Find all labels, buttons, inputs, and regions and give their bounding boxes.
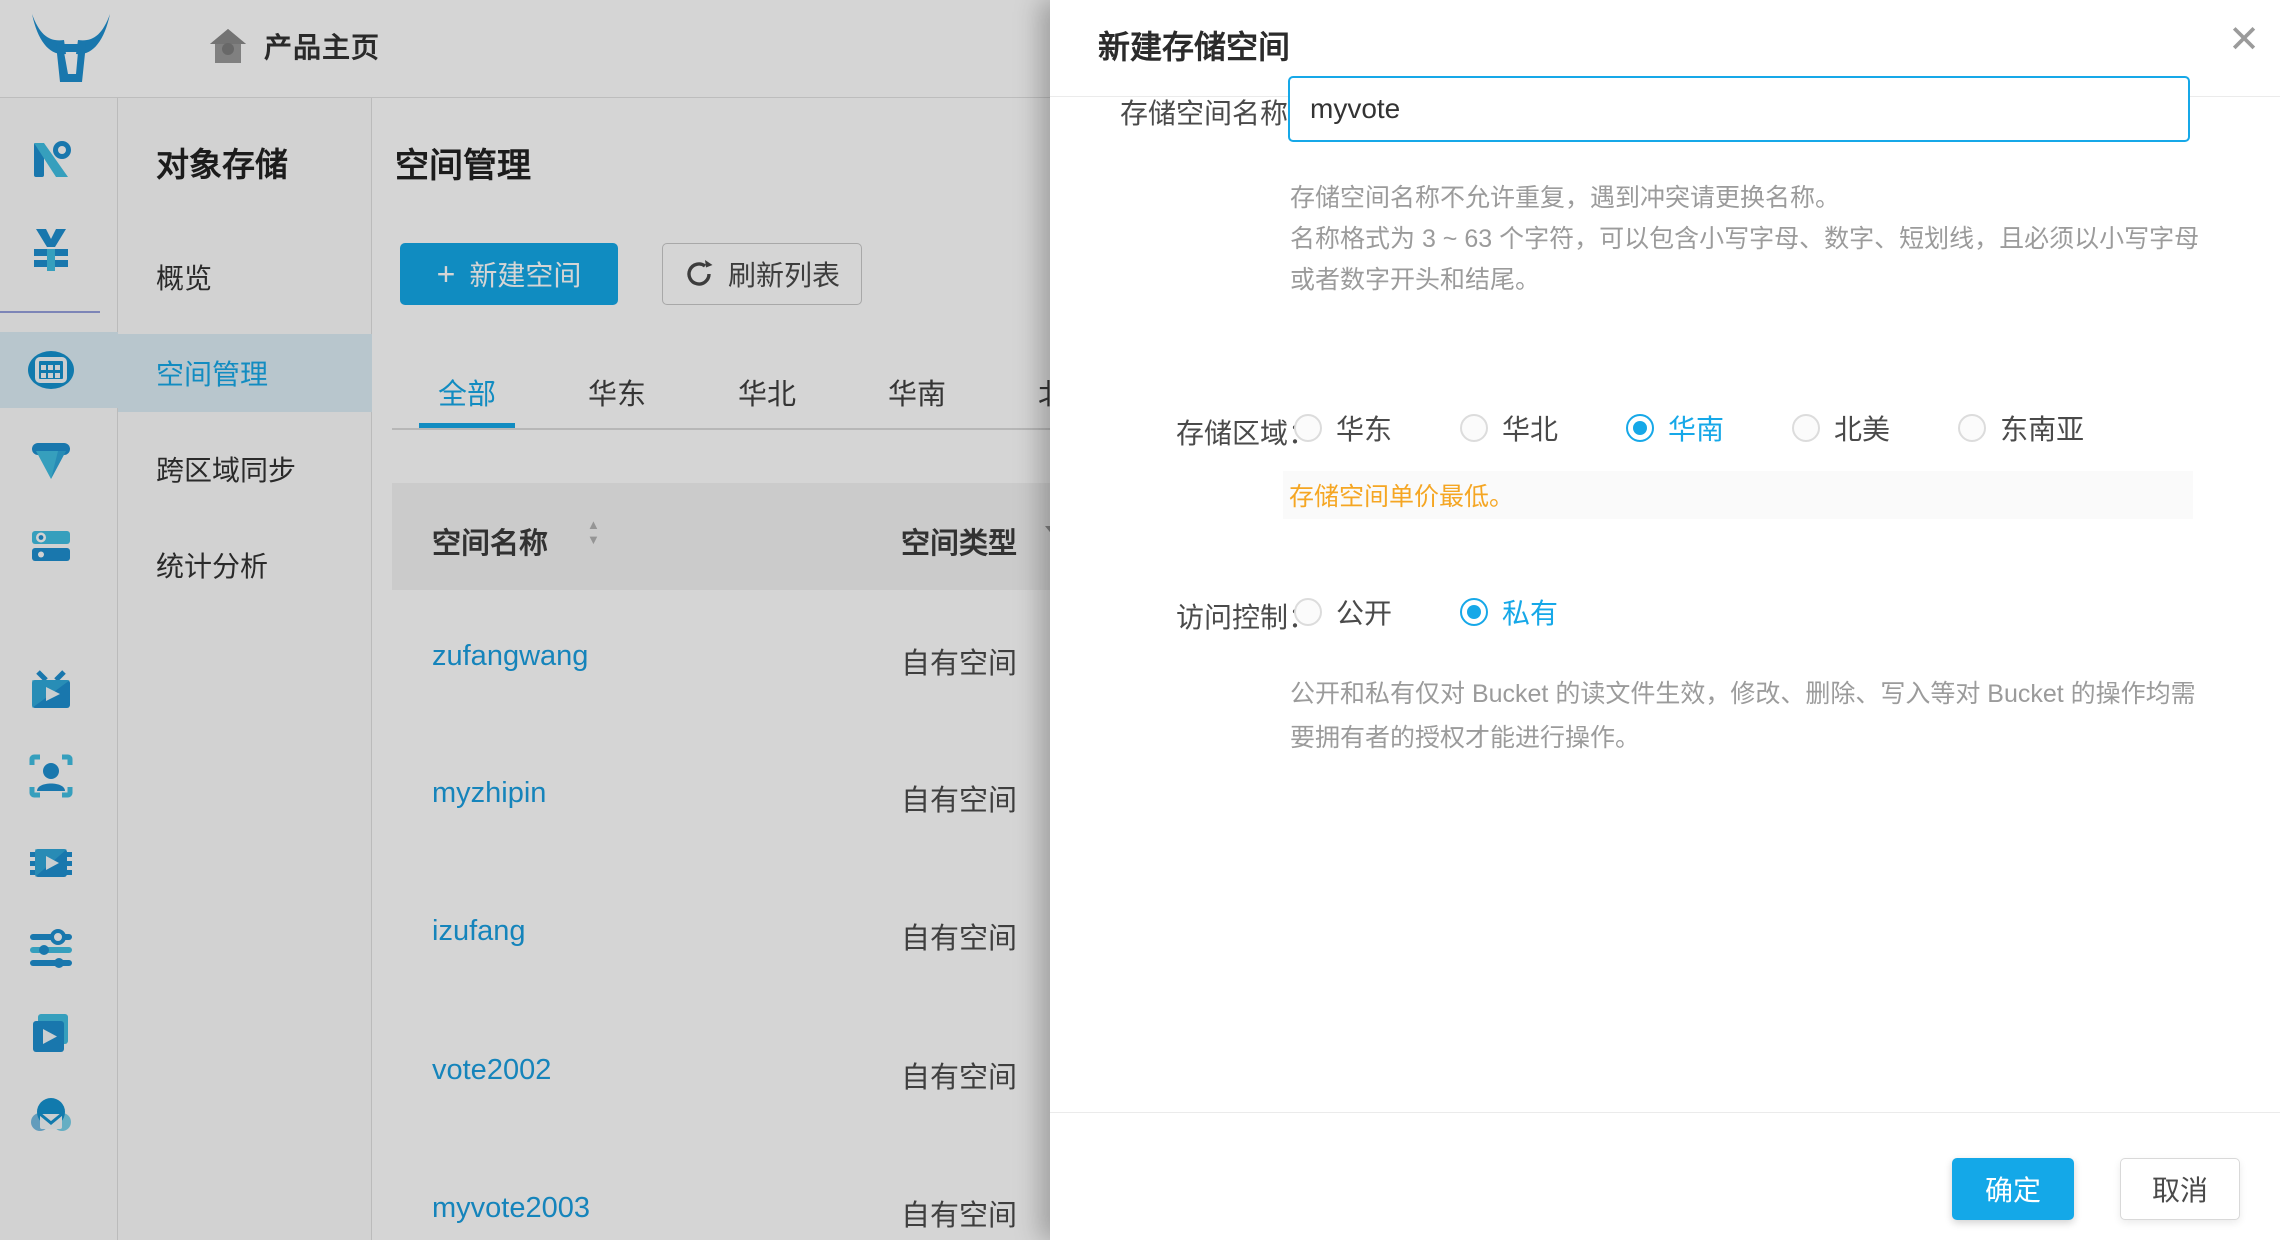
close-icon[interactable]: ✕	[2222, 18, 2266, 62]
create-bucket-drawer: 新建存储空间 ✕ 存储空间名称： 存储空间名称不允许重复，遇到冲突请更换名称。 …	[1050, 0, 2280, 1240]
access-radio-group: 公开 私有	[1294, 592, 1558, 632]
access-label: 访问控制：	[1096, 596, 1316, 636]
drawer-footer: 确定 取消	[1050, 1112, 2280, 1240]
radio-circle	[1460, 414, 1488, 442]
radio-huabei[interactable]: 华北	[1460, 408, 1558, 448]
radio-huanan-selected[interactable]: 华南	[1626, 408, 1724, 448]
cancel-button[interactable]: 取消	[2120, 1158, 2240, 1220]
region-radio-group: 华东 华北 华南 北美 东南亚	[1294, 408, 2084, 448]
access-help: 公开和私有仅对 Bucket 的读文件生效，修改、删除、写入等对 Bucket …	[1290, 672, 2202, 760]
confirm-button[interactable]: 确定	[1952, 1158, 2074, 1220]
radio-beimei[interactable]: 北美	[1792, 408, 1890, 448]
name-help-line2: 名称格式为 3 ~ 63 个字符，可以包含小写字母、数字、短划线，且必须以小写字…	[1290, 219, 2202, 301]
radio-huadong[interactable]: 华东	[1294, 408, 1392, 448]
radio-circle	[1460, 598, 1488, 626]
region-price-note: 存储空间单价最低。	[1283, 471, 2193, 519]
radio-private-selected[interactable]: 私有	[1460, 592, 1558, 632]
radio-circle	[1626, 414, 1654, 442]
radio-circle	[1294, 414, 1322, 442]
screen: 产品主页	[0, 0, 2280, 1240]
bucket-name-input[interactable]	[1288, 76, 2190, 142]
drawer-title: 新建存储空间	[1098, 22, 1290, 68]
name-help-line1: 存储空间名称不允许重复，遇到冲突请更换名称。	[1290, 178, 2202, 219]
radio-circle	[1294, 598, 1322, 626]
region-label: 存储区域：	[1096, 412, 1316, 452]
radio-circle	[1958, 414, 1986, 442]
modal-overlay[interactable]	[0, 0, 1050, 1240]
radio-public[interactable]: 公开	[1294, 592, 1392, 632]
bucket-name-label: 存储空间名称：	[1096, 92, 1316, 132]
radio-circle	[1792, 414, 1820, 442]
radio-dongnanya[interactable]: 东南亚	[1958, 408, 2084, 448]
